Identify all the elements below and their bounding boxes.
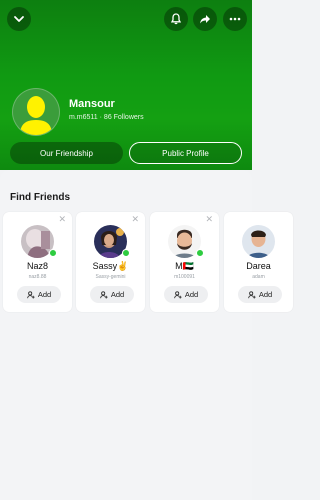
profile-username: m.m6511 [69,114,98,121]
friend-name: M🇦🇪 [175,261,194,271]
friend-username: adam [252,274,265,280]
content-sheet: Find Friends ✕ Naz8 naz8.88 Add ✕ Sassy✌… [0,170,293,500]
close-icon[interactable]: ✕ [58,214,66,225]
friend-name: Naz8 [26,261,48,271]
add-friend-icon [27,290,35,299]
add-label: Add [258,290,273,299]
online-indicator [196,249,204,257]
add-friend-icon [248,290,256,299]
more-options-button[interactable] [223,7,247,31]
friend-name: Sassy✌ [92,261,129,271]
friend-avatar [242,225,275,258]
close-icon[interactable]: ✕ [205,214,213,225]
friend-card[interactable]: ✕ M🇦🇪 m100091 Add [150,212,219,312]
add-friend-icon [100,290,108,299]
notifications-button[interactable] [164,7,188,31]
back-button[interactable] [7,7,31,31]
friend-card[interactable]: ✕ Sassy✌ Sassy-gemini Add [76,212,145,312]
more-icon [229,17,241,21]
friend-card[interactable]: Darea adam Add [224,212,293,312]
add-friend-icon [174,290,182,299]
friend-name: Darea [246,261,271,271]
add-friend-button[interactable]: Add [238,286,282,303]
followers-count: 86 Followers [103,114,144,121]
profile-name: Mansour [69,98,115,110]
find-friends-title: Find Friends [10,192,70,203]
profile-meta: m.m6511 · 86 Followers [69,114,144,121]
add-friend-button[interactable]: Add [90,286,134,303]
online-indicator [49,249,57,257]
friend-username: m100091 [174,274,195,280]
public-profile-button[interactable]: Public Profile [129,142,242,164]
profile-header: Mansour m.m6511 · 86 Followers Our Frien… [0,0,252,170]
our-friendship-button[interactable]: Our Friendship [10,142,123,164]
friend-username: naz8.88 [28,274,47,280]
online-indicator [122,249,130,257]
add-label: Add [37,290,52,299]
add-friend-button[interactable]: Add [164,286,208,303]
profile-avatar[interactable] [12,88,60,136]
meta-separator: · [99,114,102,121]
friend-card[interactable]: ✕ Naz8 naz8.88 Add [3,212,72,312]
bitmoji-icon [20,96,52,135]
chevron-down-icon [14,16,24,22]
add-label: Add [110,290,125,299]
bell-icon [170,13,182,25]
add-friend-button[interactable]: Add [17,286,61,303]
friend-username: Sassy-gemini [95,274,126,280]
add-label: Add [184,290,199,299]
share-icon [200,15,210,24]
share-button[interactable] [193,7,217,31]
close-icon[interactable]: ✕ [131,214,139,225]
